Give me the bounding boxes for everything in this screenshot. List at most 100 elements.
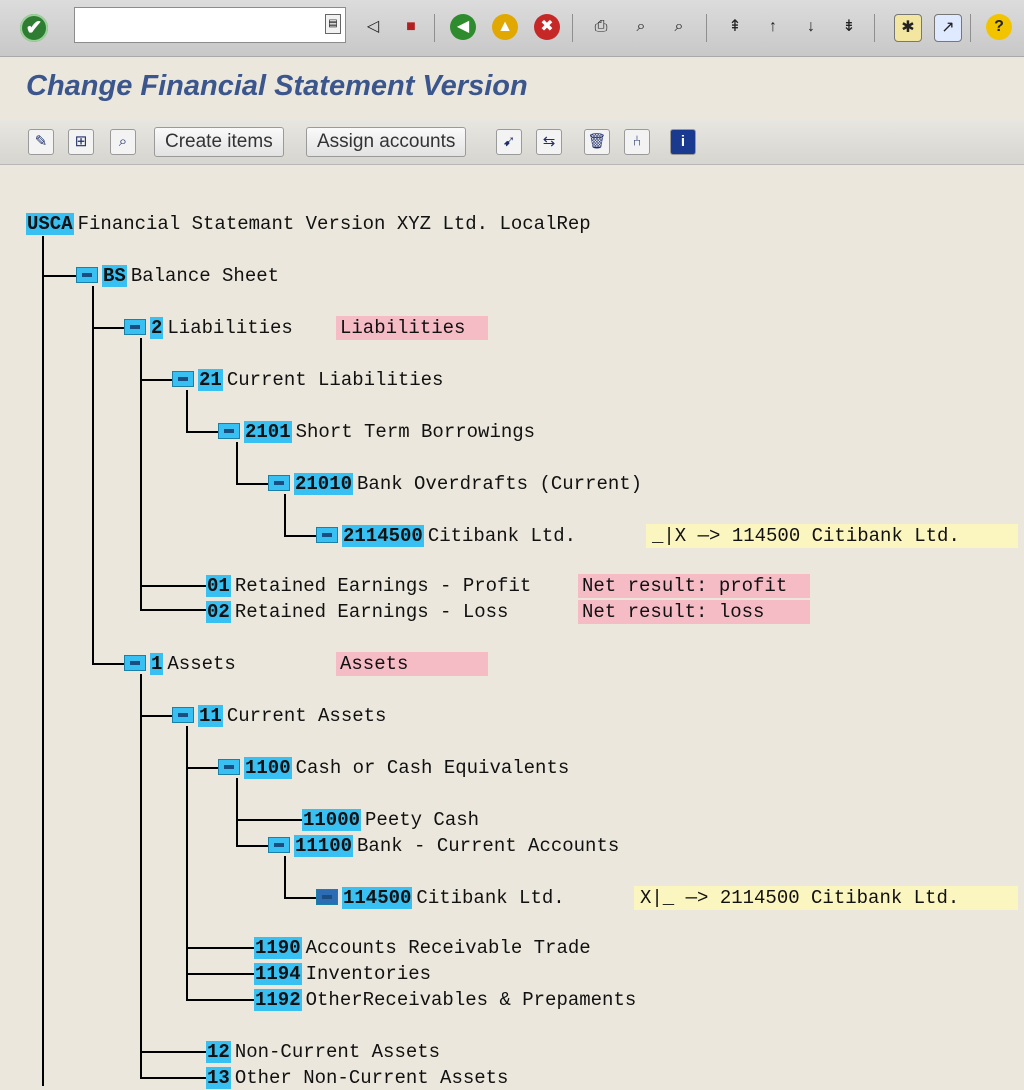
command-input[interactable] (81, 8, 315, 42)
node-label: Non-Current Assets (234, 1041, 441, 1063)
folder-open-icon[interactable] (124, 655, 146, 671)
node-key: 1194 (254, 963, 302, 985)
folder-open-icon[interactable] (218, 423, 240, 439)
help-icon[interactable]: ? (986, 14, 1012, 40)
node-tag: Liabilities (336, 316, 488, 340)
node-key: 1192 (254, 989, 302, 1011)
tree-connector (284, 535, 316, 537)
node-key: 21010 (294, 473, 354, 495)
node-key: 1 (150, 653, 164, 675)
node-key: 1190 (254, 937, 302, 959)
tree-node-root[interactable]: USCA Financial Statemant Version XYZ Ltd.… (26, 212, 591, 236)
tree-node-bank-overdrafts[interactable]: 21010 Bank Overdrafts (Current) (268, 472, 642, 496)
node-label: Accounts Receivable Trade (305, 937, 591, 959)
tree-node-short-term-borrowings[interactable]: 2101 Short Term Borrowings (218, 420, 535, 444)
application-toolbar: ✎ ⊞ ⌕ Create items Assign accounts ➹ ⇆ 🗑… (0, 120, 1024, 165)
tree-node-accounts-receivable[interactable]: 1190 Accounts Receivable Trade (254, 936, 591, 960)
folder-open-icon[interactable] (76, 267, 98, 283)
tree-connector (140, 1051, 206, 1053)
new-session-icon[interactable]: ✱ (894, 14, 922, 42)
find-icon[interactable]: ⌕ (628, 14, 654, 40)
tree-node-non-current-assets[interactable]: 12 Non-Current Assets (206, 1040, 440, 1064)
scroll-left-icon[interactable]: ◁ (360, 14, 386, 40)
tree-node-balance-sheet[interactable]: BS Balance Sheet (76, 264, 279, 288)
node-label: Current Liabilities (226, 369, 444, 391)
tree-node-inventories[interactable]: 1194 Inventories (254, 962, 431, 986)
tree-node-liabilities[interactable]: 2 Liabilities (124, 316, 293, 340)
node-key: 02 (206, 601, 231, 623)
tree-connector (140, 674, 142, 1078)
first-page-icon[interactable]: ⇞ (722, 14, 748, 40)
node-key: 114500 (342, 887, 413, 909)
node-key: 21 (198, 369, 223, 391)
select-icon[interactable]: ➹ (496, 129, 522, 155)
node-label: Retained Earnings - Profit (234, 575, 532, 597)
folder-open-icon[interactable] (124, 319, 146, 335)
hierarchy-icon[interactable]: ⑃ (624, 129, 650, 155)
node-key: BS (102, 265, 127, 287)
tree-node-cash[interactable]: 1100 Cash or Cash Equivalents (218, 756, 569, 780)
tree-node-petty-cash[interactable]: 11000 Peety Cash (302, 808, 479, 832)
print-icon[interactable]: ⎙ (588, 14, 614, 40)
folder-open-icon[interactable] (268, 475, 290, 491)
save-icon[interactable]: ■ (398, 14, 424, 40)
tree-connector (186, 947, 254, 949)
page-title: Change Financial Statement Version (26, 70, 528, 102)
change-display-icon[interactable]: ✎ (28, 129, 54, 155)
tree-node-assets[interactable]: 1 Assets (124, 652, 236, 676)
node-key: 1100 (244, 757, 292, 779)
tree-node-bank-current[interactable]: 11100 Bank - Current Accounts (268, 834, 619, 858)
node-key: 2114500 (342, 525, 424, 547)
folder-open-icon[interactable] (218, 759, 240, 775)
command-history-icon[interactable]: ▤ (325, 14, 341, 34)
assign-accounts-button[interactable]: Assign accounts (306, 127, 467, 157)
expand-subtree-icon[interactable]: ⊞ (68, 129, 94, 155)
create-items-button[interactable]: Create items (154, 127, 284, 157)
tree-connector (186, 973, 254, 975)
node-label: OtherReceivables & Prepaments (305, 989, 637, 1011)
tree-connector (140, 1077, 206, 1079)
account-icon[interactable] (316, 889, 338, 905)
folder-open-icon[interactable] (172, 707, 194, 723)
node-label: Bank Overdrafts (Current) (357, 473, 643, 495)
cancel-icon[interactable]: ✖ (534, 14, 560, 40)
tree-node-other-non-current-assets[interactable]: 13 Other Non-Current Assets (206, 1066, 508, 1090)
tree-connector (284, 494, 286, 536)
node-key: 2101 (244, 421, 292, 443)
tree-connector (186, 431, 218, 433)
tree-connector (236, 845, 268, 847)
tree-node-current-assets[interactable]: 11 Current Assets (172, 704, 386, 728)
exit-icon[interactable]: ▲ (492, 14, 518, 40)
node-label: Peety Cash (365, 809, 480, 831)
account-icon[interactable] (316, 527, 338, 543)
tree-node-retained-profit[interactable]: 01 Retained Earnings - Profit (206, 574, 531, 598)
node-label: Cash or Cash Equivalents (295, 757, 570, 779)
reassign-icon[interactable]: ⇆ (536, 129, 562, 155)
delete-icon[interactable]: 🗑 (584, 129, 610, 155)
select-subtree-icon[interactable]: ⌕ (110, 129, 136, 155)
standard-toolbar: ✔ ▤ ◁ ■ ◀ ▲ ✖ ⎙ ⌕ ⌕ ⇞ ↑ ↓ ⇟ ✱ ↗ ? (0, 0, 1024, 57)
tree-node-retained-loss[interactable]: 02 Retained Earnings - Loss (206, 600, 508, 624)
tree-node-current-liabilities[interactable]: 21 Current Liabilities (172, 368, 443, 392)
folder-open-icon[interactable] (172, 371, 194, 387)
folder-open-icon[interactable] (268, 837, 290, 853)
tree-connector (236, 483, 268, 485)
node-label: Short Term Borrowings (295, 421, 536, 443)
tree-node-citibank-asset[interactable]: 114500 Citibank Ltd. (316, 886, 565, 910)
find-next-icon[interactable]: ⌕ (666, 14, 692, 40)
tree-connector (140, 609, 206, 611)
back-icon[interactable]: ◀ (450, 14, 476, 40)
next-page-icon[interactable]: ↓ (798, 14, 824, 40)
shortcut-icon[interactable]: ↗ (934, 14, 962, 42)
tree-node-citibank-liability[interactable]: 2114500 Citibank Ltd. (316, 524, 576, 548)
last-page-icon[interactable]: ⇟ (836, 14, 862, 40)
node-key: 01 (206, 575, 231, 597)
tree-node-other-receivables[interactable]: 1192 OtherReceivables & Prepaments (254, 988, 636, 1012)
prev-page-icon[interactable]: ↑ (760, 14, 786, 40)
node-key: 11100 (294, 835, 354, 857)
tree-connector (140, 585, 206, 587)
info-icon[interactable]: i (670, 129, 696, 155)
tree-connector (186, 390, 188, 432)
command-field[interactable]: ▤ (74, 7, 346, 43)
enter-icon[interactable]: ✔ (20, 14, 48, 42)
